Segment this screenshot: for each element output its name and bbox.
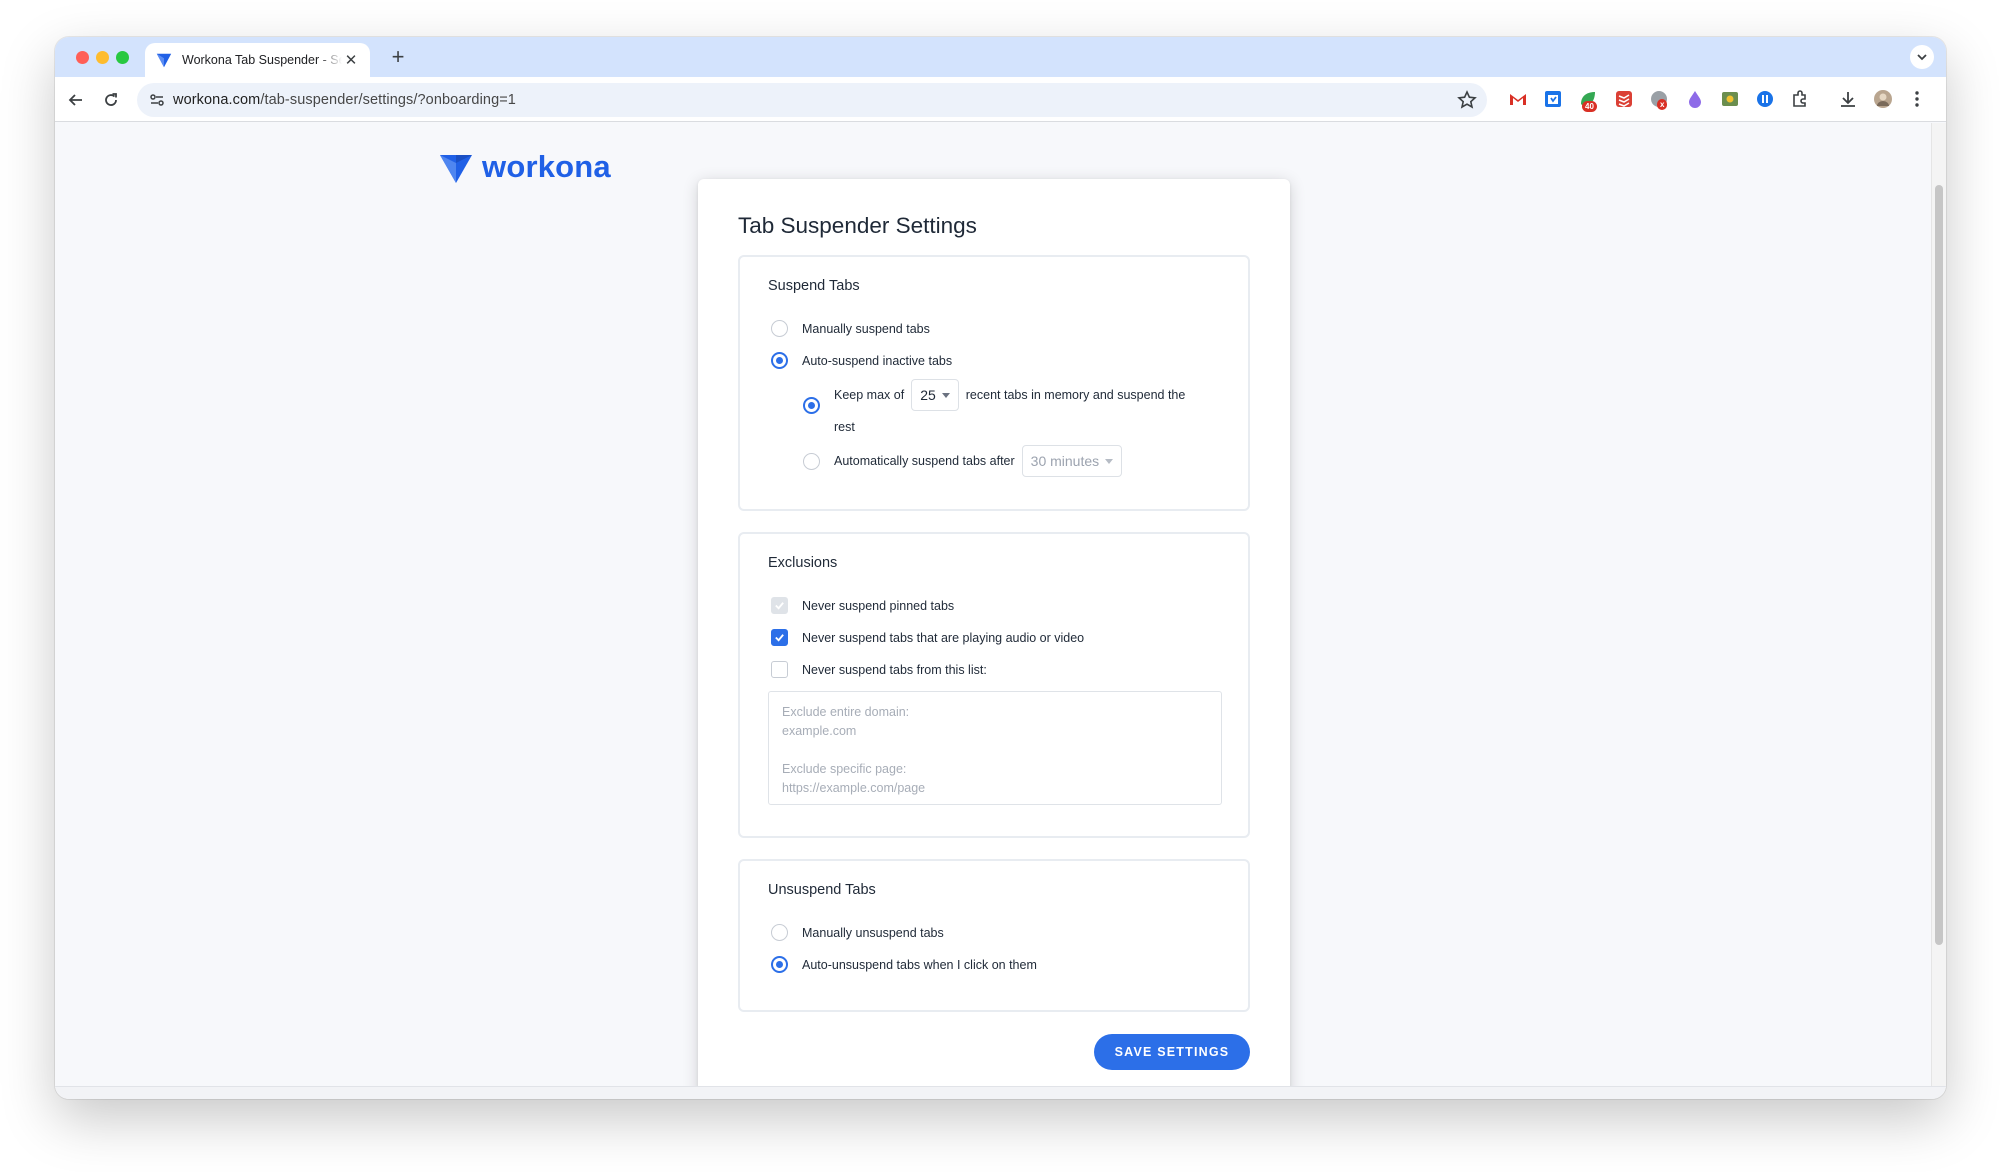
settings-card: Tab Suspender Settings Suspend Tabs Manu… (698, 179, 1290, 1099)
arrow-left-icon (68, 94, 82, 106)
radio-auto-suspend-after[interactable] (803, 452, 820, 470)
tab-strip: Workona Tab Suspender - Settings ✕ + (55, 37, 1946, 77)
checkbox-pinned[interactable] (771, 597, 788, 614)
option-auto-unsuspend[interactable]: Auto-unsuspend tabs when I click on them (771, 956, 1037, 973)
extension-badge-40: 40 (1582, 101, 1597, 112)
caret-down-icon (941, 392, 950, 398)
keep-max-suffix-line2: rest (834, 420, 855, 434)
kebab-menu-icon[interactable] (1907, 89, 1927, 109)
workona-logo[interactable]: workona (439, 149, 611, 185)
exclusions-title: Exclusions (768, 555, 838, 571)
option-auto-suspend[interactable]: Auto-suspend inactive tabs (771, 352, 952, 369)
back-button[interactable] (63, 87, 89, 113)
window-bottom-edge (55, 1086, 1946, 1099)
extension-x[interactable]: x (1649, 89, 1669, 110)
option-manually-unsuspend[interactable]: Manually unsuspend tabs (771, 924, 944, 941)
radio-manually-unsuspend[interactable] (771, 924, 788, 941)
radio-auto-suspend[interactable] (771, 352, 788, 369)
save-settings-button[interactable]: SAVE SETTINGS (1094, 1034, 1250, 1070)
calendar-extension-icon[interactable] (1543, 89, 1563, 109)
unsuspend-tabs-panel: Unsuspend Tabs Manually unsuspend tabs A… (738, 859, 1250, 1012)
pause-extension-icon[interactable] (1755, 89, 1775, 109)
option-manually-suspend[interactable]: Manually suspend tabs (771, 320, 930, 337)
minimize-window-button[interactable] (96, 51, 109, 64)
suspend-after-select[interactable]: 30 minutes (1021, 445, 1123, 477)
reload-button[interactable] (98, 87, 124, 113)
browser-toolbar: workona.com/tab-suspender/settings/?onbo… (55, 77, 1946, 122)
bookmark-star-icon[interactable] (1457, 90, 1477, 110)
checkbox-list[interactable] (771, 661, 788, 678)
photo-extension-icon[interactable] (1720, 89, 1740, 109)
workona-favicon-icon (156, 53, 172, 68)
option-keep-max[interactable]: Keep max of 25 recent tabs in memory and… (803, 379, 1185, 434)
gmail-extension-icon[interactable] (1508, 89, 1528, 109)
check-icon (775, 634, 784, 642)
radio-keep-max[interactable] (803, 397, 820, 414)
browser-window: Workona Tab Suspender - Settings ✕ + wor… (55, 37, 1946, 1099)
tab-search-button[interactable] (1910, 45, 1934, 69)
chevron-down-icon (1917, 54, 1927, 61)
url-text: workona.com/tab-suspender/settings/?onbo… (173, 92, 516, 108)
page-scrollbar[interactable] (1931, 123, 1946, 1099)
site-info-icon[interactable] (147, 90, 167, 110)
option-auto-suspend-after[interactable]: Automatically suspend tabs after 30 minu… (803, 445, 1123, 477)
keep-max-prefix: Keep max of (834, 388, 905, 402)
browser-tab-active[interactable]: Workona Tab Suspender - Settings ✕ (145, 43, 370, 77)
option-never-suspend-audio[interactable]: Never suspend tabs that are playing audi… (771, 629, 1084, 646)
keep-max-select[interactable]: 25 (911, 379, 959, 411)
radio-manually-suspend[interactable] (771, 320, 788, 337)
checkbox-audio[interactable] (771, 629, 788, 646)
keep-max-suffix: recent tabs in memory and suspend the (965, 388, 1186, 402)
download-icon[interactable] (1838, 89, 1858, 109)
caret-down-icon (1105, 458, 1114, 464)
exclusion-list-textarea[interactable]: Exclude entire domain: example.com Exclu… (768, 691, 1222, 805)
maximize-window-button[interactable] (116, 51, 129, 64)
suspend-tabs-title: Suspend Tabs (768, 278, 860, 294)
scrollbar-thumb[interactable] (1935, 185, 1943, 945)
reload-icon (105, 93, 117, 106)
close-window-button[interactable] (76, 51, 89, 64)
new-tab-button[interactable]: + (385, 44, 411, 70)
radio-auto-unsuspend[interactable] (771, 956, 788, 973)
todoist-extension-icon[interactable] (1614, 89, 1634, 109)
address-bar[interactable]: workona.com/tab-suspender/settings/?onbo… (137, 83, 1487, 117)
exclusions-panel: Exclusions Never suspend pinned tabs Nev… (738, 532, 1250, 838)
tab-title: Workona Tab Suspender - Settings (182, 53, 342, 67)
url-domain: workona.com (173, 92, 261, 108)
page-content: workona Tab Suspender Settings Suspend T… (55, 123, 1931, 1099)
check-icon (775, 602, 784, 610)
option-never-suspend-list[interactable]: Never suspend tabs from this list: (771, 661, 987, 678)
suspend-tabs-panel: Suspend Tabs Manually suspend tabs Auto-… (738, 255, 1250, 511)
puzzle-extensions-icon[interactable] (1790, 89, 1810, 109)
extension-counter[interactable]: 40 (1578, 89, 1598, 112)
workona-logo-icon (440, 155, 472, 183)
unsuspend-tabs-title: Unsuspend Tabs (768, 882, 876, 898)
profile-avatar-icon[interactable] (1873, 89, 1893, 109)
workona-wordmark: workona (482, 149, 611, 184)
option-never-suspend-pinned[interactable]: Never suspend pinned tabs (771, 597, 954, 614)
purple-drop-extension-icon[interactable] (1685, 89, 1705, 109)
url-path: /tab-suspender/settings/?onboarding=1 (260, 92, 516, 108)
page-title: Tab Suspender Settings (738, 213, 977, 238)
close-tab-icon[interactable]: ✕ (342, 51, 360, 69)
